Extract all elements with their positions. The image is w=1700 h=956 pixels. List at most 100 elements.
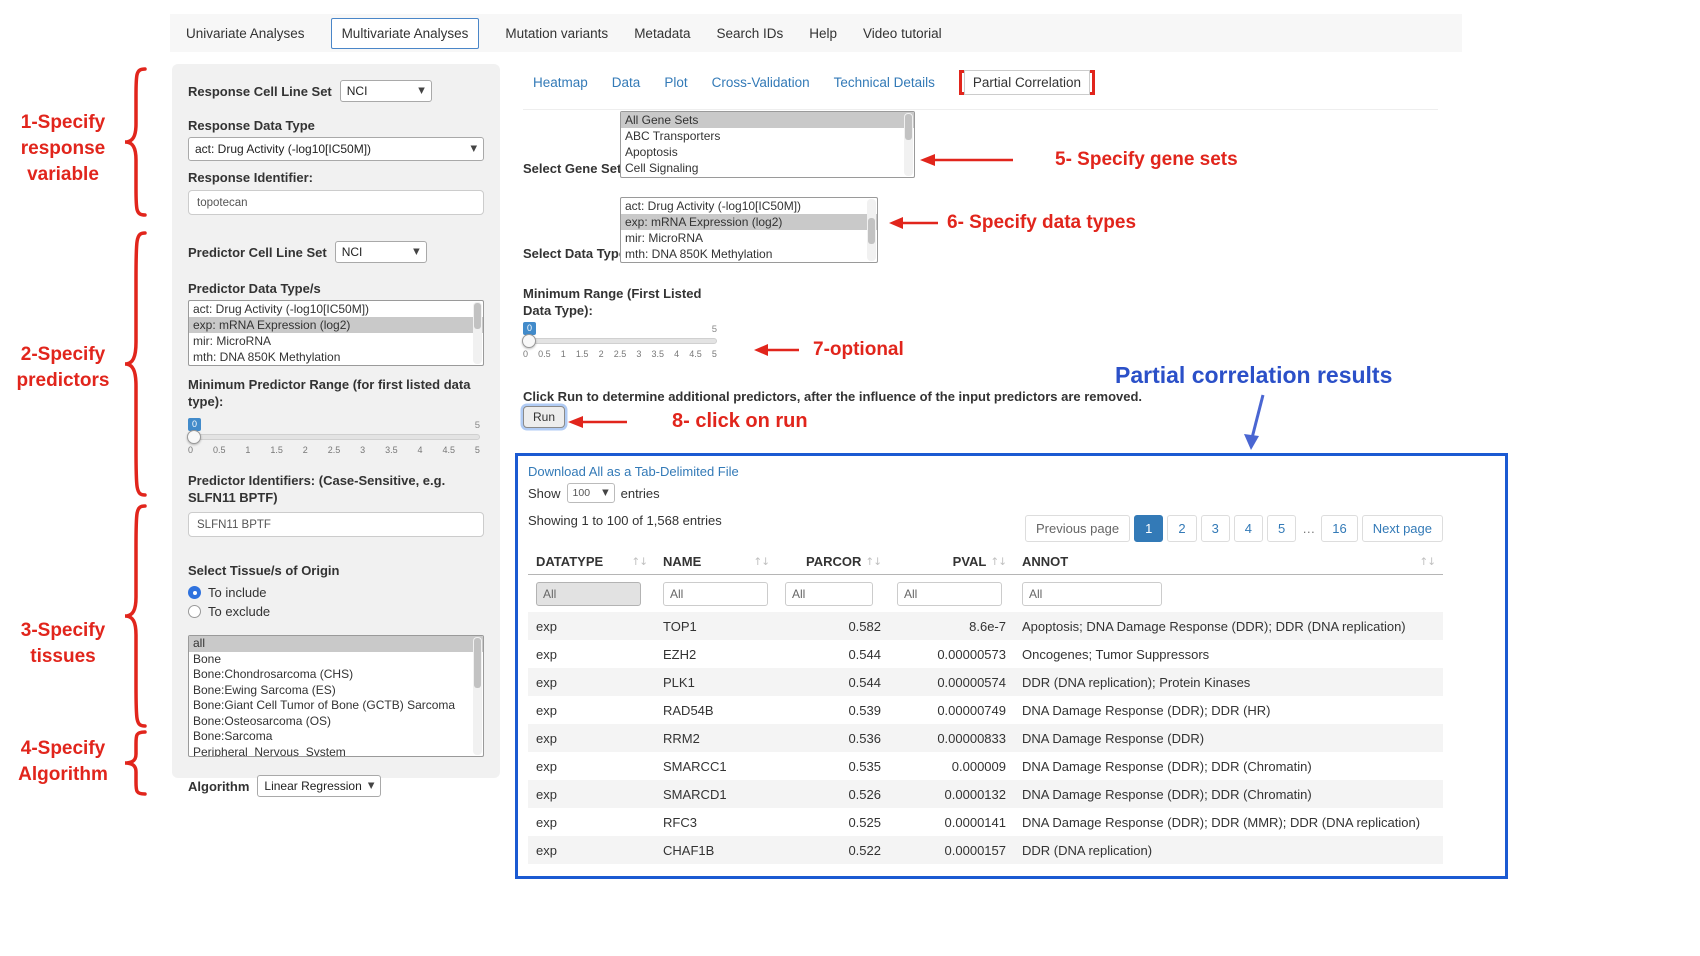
bracket-annotation-1	[122, 66, 148, 218]
radio-selected-icon[interactable]	[188, 586, 201, 599]
response-identifier-input[interactable]	[188, 190, 484, 215]
slider-handle[interactable]	[522, 334, 536, 348]
scrollbar-thumb[interactable]	[474, 303, 481, 329]
slider-track[interactable]	[523, 338, 717, 344]
listbox-option[interactable]: Bone	[189, 652, 483, 668]
scrollbar-thumb[interactable]	[474, 638, 481, 688]
entries-label: entries	[621, 486, 660, 501]
slider-max-label: 5	[712, 324, 717, 335]
listbox-option-selected[interactable]: exp: mRNA Expression (log2)	[189, 317, 483, 333]
filter-pval-input[interactable]	[897, 582, 1002, 606]
listbox-option[interactable]: Cell Signaling	[621, 160, 914, 176]
slider-tick: 0.5	[213, 445, 226, 455]
slider-handle[interactable]	[187, 430, 201, 444]
page-button-4[interactable]: 4	[1234, 515, 1263, 542]
listbox-option[interactable]: Peripheral_Nervous_System	[189, 745, 483, 758]
page-button-1[interactable]: 1	[1134, 515, 1163, 542]
listbox-option-selected[interactable]: all	[189, 636, 483, 652]
download-link[interactable]: Download All as a Tab-Delimited File	[528, 464, 1443, 479]
predictor-identifiers-input[interactable]	[188, 512, 484, 537]
sort-icon[interactable]: ↑↓	[753, 556, 769, 568]
tissue-include-radio[interactable]: To include	[188, 585, 484, 600]
run-button[interactable]: Run	[523, 406, 565, 428]
scrollbar[interactable]	[473, 637, 482, 755]
min-range-label: Minimum Range (First Listed Data Type):	[523, 285, 701, 319]
listbox-option[interactable]: Apoptosis	[621, 144, 914, 160]
nav-item-video-tutorial[interactable]: Video tutorial	[863, 26, 942, 41]
cell-parcor: 0.539	[777, 696, 889, 724]
cell-parcor: 0.536	[777, 724, 889, 752]
scrollbar[interactable]	[867, 199, 876, 261]
listbox-option[interactable]: mth: DNA 850K Methylation	[189, 349, 483, 365]
min-range-slider: 0 5 0 0.5 1 1.5 2 2.5 3 3.5 4 4.5 5	[523, 322, 717, 360]
next-page-button[interactable]: Next page	[1362, 515, 1443, 542]
response-data-type-select[interactable]: act: Drug Activity (-log10[IC50M]) ▼	[188, 137, 484, 161]
listbox-option[interactable]: Bone:Sarcoma	[189, 729, 483, 745]
column-header-annot[interactable]: ANNOT↑↓	[1014, 549, 1443, 575]
column-header-datatype[interactable]: DATATYPE↑↓	[528, 549, 655, 575]
nav-item-mutation-variants[interactable]: Mutation variants	[505, 26, 608, 41]
nav-item-univariate-analyses[interactable]: Univariate Analyses	[186, 26, 305, 41]
predictor-data-types-listbox: act: Drug Activity (-log10[IC50M]) exp: …	[188, 300, 484, 366]
filter-name-input[interactable]	[663, 582, 768, 606]
tab-partial-correlation[interactable]: Partial Correlation	[964, 70, 1090, 95]
listbox-option[interactable]: Bone:Ewing Sarcoma (ES)	[189, 683, 483, 699]
response-cell-line-set-select[interactable]: NCI ▼	[340, 80, 432, 102]
nav-item-help[interactable]: Help	[809, 26, 837, 41]
radio-unselected-icon[interactable]	[188, 605, 201, 618]
scrollbar-thumb[interactable]	[905, 114, 912, 140]
tab-plot[interactable]: Plot	[664, 75, 687, 90]
predictor-cell-line-set-select[interactable]: NCI ▼	[335, 241, 427, 263]
sort-icon[interactable]: ↑↓	[631, 556, 647, 568]
page-button-3[interactable]: 3	[1201, 515, 1230, 542]
page-button-5[interactable]: 5	[1267, 515, 1296, 542]
listbox-option[interactable]: Bone:Chondrosarcoma (CHS)	[189, 667, 483, 683]
slider-tick: 4.5	[442, 445, 455, 455]
column-header-name[interactable]: NAME↑↓	[655, 549, 777, 575]
nav-item-multivariate-analyses[interactable]: Multivariate Analyses	[331, 18, 480, 49]
listbox-option[interactable]: mir: MicroRNA	[189, 333, 483, 349]
tab-heatmap[interactable]: Heatmap	[533, 75, 588, 90]
tissue-exclude-radio[interactable]: To exclude	[188, 604, 484, 619]
cell-pval: 0.00000833	[889, 724, 1014, 752]
listbox-option[interactable]: Bone:Giant Cell Tumor of Bone (GCTB) Sar…	[189, 698, 483, 714]
filter-datatype-input[interactable]	[536, 582, 641, 606]
column-header-parcor[interactable]: PARCOR↑↓	[777, 549, 889, 575]
nav-item-search-ids[interactable]: Search IDs	[716, 26, 783, 41]
listbox-option[interactable]: mth: DNA 850K Methylation	[621, 246, 877, 262]
listbox-option[interactable]: ABC Transporters	[621, 128, 914, 144]
listbox-option-selected[interactable]: exp: mRNA Expression (log2)	[621, 214, 877, 230]
tab-technical-details[interactable]: Technical Details	[834, 75, 935, 90]
cell-parcor: 0.544	[777, 640, 889, 668]
scrollbar[interactable]	[904, 113, 913, 176]
sort-icon[interactable]: ↑↓	[865, 556, 881, 568]
cell-pval: 0.000009	[889, 752, 1014, 780]
listbox-option[interactable]: act: Drug Activity (-log10[IC50M])	[189, 301, 483, 317]
listbox-option[interactable]: act: Drug Activity (-log10[IC50M])	[621, 198, 877, 214]
results-pointer-arrow	[1233, 392, 1283, 454]
filter-parcor-input[interactable]	[785, 582, 873, 606]
tab-cross-validation[interactable]: Cross-Validation	[712, 75, 810, 90]
filter-annot-input[interactable]	[1022, 582, 1162, 606]
slider-tick: 4	[418, 445, 423, 455]
page-button-2[interactable]: 2	[1167, 515, 1196, 542]
tab-data[interactable]: Data	[612, 75, 641, 90]
table-row: exp RAD54B 0.539 0.00000749 DNA Damage R…	[528, 696, 1443, 724]
scrollbar[interactable]	[473, 302, 482, 364]
previous-page-button[interactable]: Previous page	[1025, 515, 1130, 542]
algorithm-select[interactable]: Linear Regression ▼	[257, 775, 381, 797]
scrollbar-thumb[interactable]	[868, 218, 875, 244]
nav-item-metadata[interactable]: Metadata	[634, 26, 690, 41]
slider-track[interactable]	[188, 434, 480, 440]
chevron-down-icon: ▼	[368, 781, 375, 791]
column-header-pval[interactable]: PVAL↑↓	[889, 549, 1014, 575]
sort-icon[interactable]: ↑↓	[990, 556, 1006, 568]
page-button-16[interactable]: 16	[1321, 515, 1357, 542]
cell-datatype: exp	[528, 696, 655, 724]
cell-name: CHAF1B	[655, 836, 777, 864]
entries-select[interactable]: 100 ▼	[567, 483, 615, 503]
listbox-option-selected[interactable]: All Gene Sets	[621, 112, 914, 128]
sort-icon[interactable]: ↑↓	[1419, 556, 1435, 568]
listbox-option[interactable]: Bone:Osteosarcoma (OS)	[189, 714, 483, 730]
listbox-option[interactable]: mir: MicroRNA	[621, 230, 877, 246]
